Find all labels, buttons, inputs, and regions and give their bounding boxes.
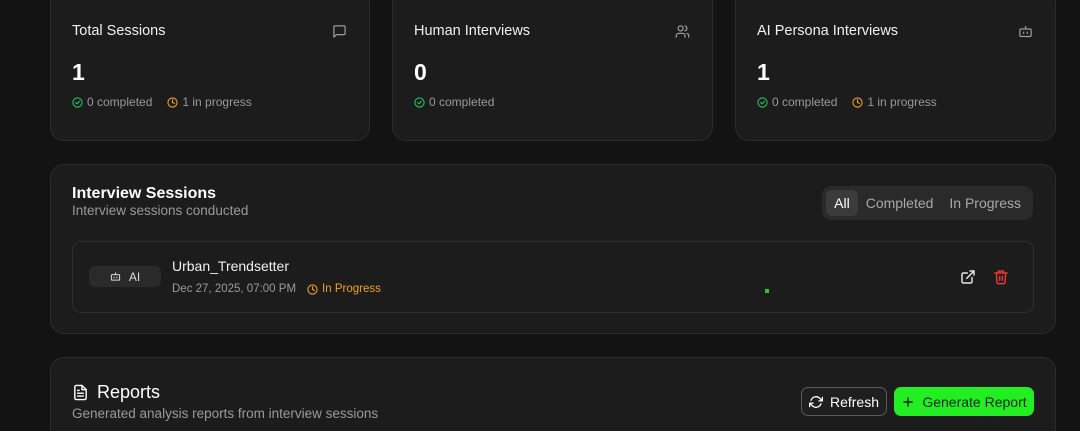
clock-icon <box>852 96 864 108</box>
stat-meta: 0 completed 1 in progress <box>72 95 267 109</box>
clock-icon <box>167 96 179 108</box>
stat-meta: 0 completed 1 in progress <box>757 95 952 109</box>
stat-value: 1 <box>757 59 770 85</box>
completed-count: 0 completed <box>72 95 152 109</box>
stat-card-human-interviews: Human Interviews 0 0 completed <box>392 0 713 141</box>
message-square-icon <box>333 25 346 38</box>
check-circle-icon <box>414 96 425 108</box>
reports-panel: Reports Generated analysis reports from … <box>50 357 1056 431</box>
generate-report-label: Generate Report <box>922 393 1027 410</box>
filter-tab-all[interactable]: All <box>826 190 858 216</box>
stat-title: Total Sessions <box>72 23 166 39</box>
session-meta: Dec 27, 2025, 07:00 PM In Progress <box>172 283 381 295</box>
stat-meta: 0 completed <box>414 95 509 109</box>
stat-title: AI Persona Interviews <box>757 23 899 39</box>
stat-value: 0 <box>414 59 427 85</box>
status-badge: In Progress <box>307 283 381 295</box>
filter-tab-in-progress[interactable]: In Progress <box>941 190 1029 216</box>
in-progress-label: 1 in progress <box>182 95 252 109</box>
completed-label: 0 completed <box>87 95 153 109</box>
clock-icon <box>307 283 318 295</box>
bot-icon <box>110 272 120 281</box>
indicator-dot <box>765 289 769 293</box>
completed-count: 0 completed <box>414 95 494 109</box>
session-type-label: AI <box>128 269 141 284</box>
file-text-icon <box>74 384 87 401</box>
session-date: Dec 27, 2025, 07:00 PM <box>172 283 297 295</box>
trash-icon[interactable] <box>993 269 1009 285</box>
stat-title: Human Interviews <box>414 23 531 39</box>
dashboard-page: Total Sessions 1 0 completed 1 in progre… <box>0 0 1080 431</box>
generate-report-button[interactable]: Generate Report <box>894 387 1034 416</box>
sessions-subtitle: Interview sessions conducted <box>72 203 249 218</box>
in-progress-count: 1 in progress <box>852 95 937 109</box>
refresh-button[interactable]: Refresh <box>801 387 887 416</box>
session-filter-tabs: All Completed In Progress <box>822 186 1033 220</box>
reports-title: Reports <box>97 382 161 402</box>
stat-card-total-sessions: Total Sessions 1 0 completed 1 in progre… <box>50 0 370 141</box>
sessions-title: Interview Sessions <box>72 185 217 202</box>
session-type-badge: AI <box>89 266 161 287</box>
stat-value: 1 <box>72 59 85 85</box>
filter-tab-completed[interactable]: Completed <box>858 190 942 216</box>
check-circle-icon <box>72 96 83 108</box>
status-label: In Progress <box>322 283 381 295</box>
completed-label: 0 completed <box>772 95 838 109</box>
session-row[interactable]: AI Urban_Trendsetter Dec 27, 2025, 07:00… <box>72 241 1034 313</box>
plus-icon <box>903 396 914 407</box>
check-circle-icon <box>757 96 768 108</box>
completed-label: 0 completed <box>429 95 495 109</box>
refresh-label: Refresh <box>829 393 880 410</box>
stat-card-ai-persona-interviews: AI Persona Interviews 1 0 completed 1 in… <box>735 0 1056 141</box>
refresh-icon <box>808 395 823 408</box>
users-icon <box>675 25 690 38</box>
in-progress-count: 1 in progress <box>167 95 252 109</box>
session-name: Urban_Trendsetter <box>172 258 289 274</box>
interview-sessions-panel: Interview Sessions Interview sessions co… <box>50 164 1056 334</box>
reports-heading: Reports <box>72 382 160 403</box>
bot-icon <box>1019 25 1032 38</box>
reports-subtitle: Generated analysis reports from intervie… <box>72 406 379 421</box>
external-link-icon[interactable] <box>960 269 976 285</box>
in-progress-label: 1 in progress <box>867 95 937 109</box>
completed-count: 0 completed <box>757 95 837 109</box>
